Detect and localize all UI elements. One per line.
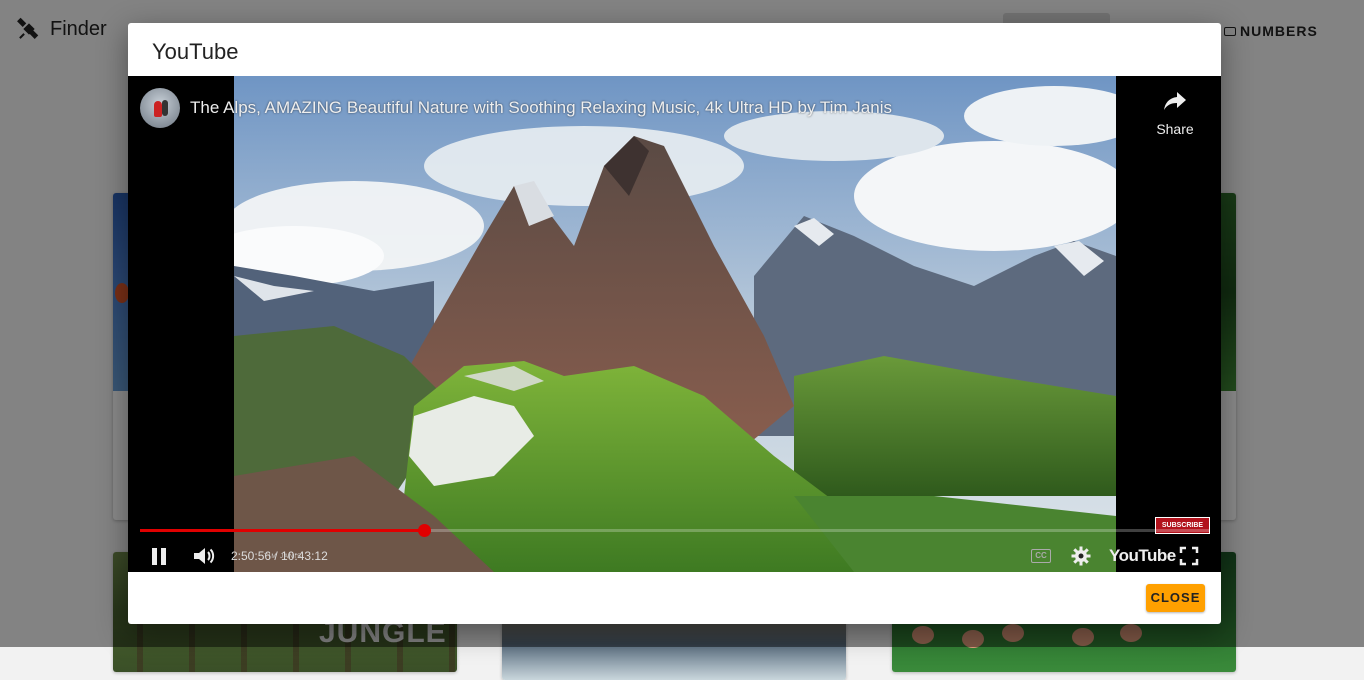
video-watermark: TIM JANIS <box>264 554 303 560</box>
video-frame <box>234 76 1116 572</box>
volume-icon <box>194 548 215 564</box>
share-button[interactable]: Share <box>1144 90 1206 137</box>
fullscreen-button[interactable] <box>1179 541 1199 571</box>
youtube-logo[interactable]: YouTube <box>1109 541 1176 571</box>
close-button[interactable]: CLOSE <box>1146 584 1205 612</box>
captions-icon: CC <box>1031 549 1051 563</box>
progress-bar[interactable] <box>140 524 1209 537</box>
volume-button[interactable] <box>192 541 218 571</box>
gear-icon <box>1071 546 1091 566</box>
captions-button[interactable]: CC <box>1031 541 1053 571</box>
share-label: Share <box>1156 121 1194 137</box>
video-title[interactable]: The Alps, AMAZING Beautiful Nature with … <box>190 98 892 118</box>
dialog-title: YouTube <box>152 39 239 64</box>
youtube-dialog: YouTube The Alps, AMAZING Beautiful Natu… <box>128 23 1221 624</box>
share-icon <box>1164 92 1186 110</box>
channel-avatar[interactable] <box>140 88 180 128</box>
pause-button[interactable] <box>150 541 178 571</box>
fullscreen-icon <box>1179 546 1199 566</box>
progress-played <box>140 529 425 532</box>
pause-icon <box>152 547 157 565</box>
settings-button[interactable] <box>1071 541 1093 571</box>
video-player[interactable]: The Alps, AMAZING Beautiful Nature with … <box>128 76 1221 572</box>
